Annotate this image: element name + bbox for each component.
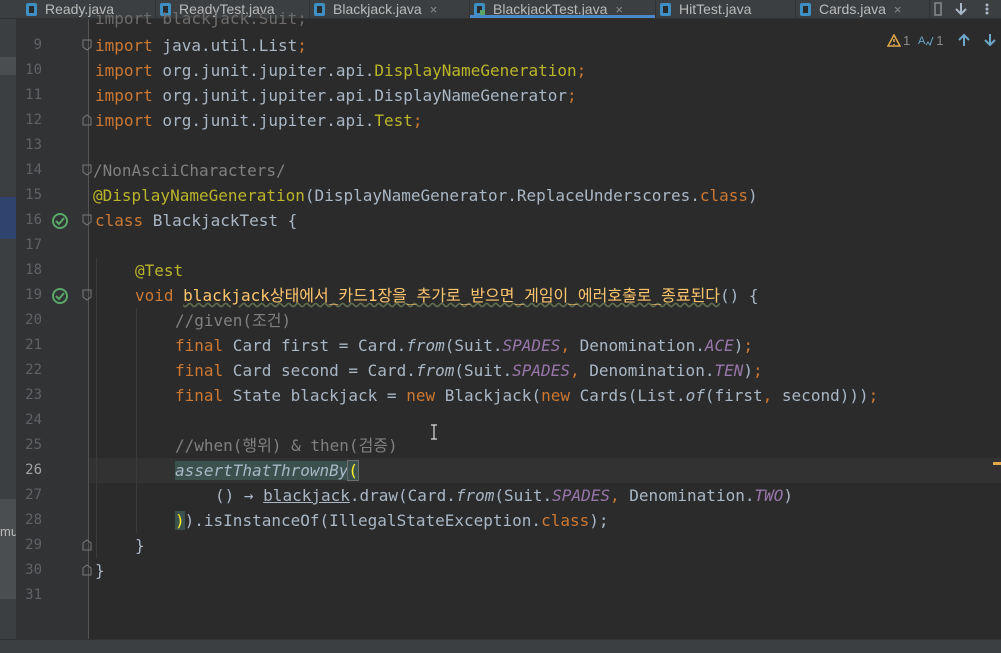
fold-marker-icon[interactable] — [82, 214, 92, 226]
scroll-marker — [0, 499, 16, 599]
mouse-text-cursor-icon — [431, 424, 437, 440]
more-tabs-icon[interactable] — [934, 0, 944, 18]
typo-count: 1 — [936, 32, 944, 48]
code-line-28: )).isInstanceOf(IllegalStateException.cl… — [175, 511, 609, 530]
close-icon[interactable]: × — [430, 2, 438, 17]
java-file-icon — [660, 2, 671, 16]
code-line-26: assertThatThrownBy( — [175, 460, 359, 481]
line-number: 30 — [25, 562, 42, 578]
code-line-10: import org.junit.jupiter.api.DisplayName… — [95, 61, 587, 80]
line-number: 27 — [25, 487, 42, 503]
line-number: 10 — [25, 62, 42, 78]
fold-marker-icon[interactable] — [82, 539, 92, 551]
line-number: 26 — [25, 462, 42, 478]
tab-label: HitTest.java — [679, 1, 752, 17]
close-icon[interactable]: × — [615, 2, 623, 17]
project-panel-edge: mu — [0, 19, 18, 652]
line-number: 18 — [25, 262, 42, 278]
tab-blackjack-java[interactable]: Blackjack.java × — [310, 0, 470, 18]
line-number: 22 — [25, 362, 42, 378]
code-line-11: import org.junit.jupiter.api.DisplayName… — [95, 86, 577, 105]
line-number: 29 — [25, 537, 42, 553]
code-line-16: class BlackjackTest { — [95, 211, 298, 230]
line-number: 31 — [25, 587, 42, 603]
line-number: 20 — [25, 312, 42, 328]
warning-icon — [887, 33, 901, 47]
selection-marker — [0, 197, 16, 239]
tab-label: BlackjackTest.java — [493, 1, 608, 17]
scrollbar-warning-marker[interactable] — [993, 462, 1001, 465]
java-file-icon — [800, 2, 811, 16]
close-icon[interactable]: × — [894, 2, 902, 17]
line-number: 25 — [25, 437, 42, 453]
java-test-file-icon — [474, 2, 485, 16]
indent-guide — [96, 258, 97, 558]
fold-marker-icon[interactable] — [82, 164, 92, 176]
code-line-8: import blackjack.Suit; — [95, 9, 307, 28]
code-line-23: final State blackjack = new Blackjack(ne… — [175, 386, 879, 405]
inspection-widget[interactable]: 1 A 1 — [887, 30, 997, 50]
line-number: 13 — [25, 137, 42, 153]
line-number: 16 — [25, 212, 42, 228]
run-test-passed-icon[interactable] — [51, 212, 69, 230]
line-number: 12 — [25, 112, 42, 128]
tab-blackjacktest-java[interactable]: BlackjackTest.java × — [470, 0, 656, 18]
line-number: 11 — [25, 87, 42, 103]
code-line-21: final Card first = Card.from(Suit.SPADES… — [175, 336, 754, 355]
tab-label: Cards.java — [819, 1, 886, 17]
tab-cards-java[interactable]: Cards.java × — [796, 0, 930, 18]
line-number: 21 — [25, 337, 42, 353]
run-test-passed-icon[interactable] — [51, 287, 69, 305]
java-file-icon — [314, 2, 325, 16]
line-number: 19 — [25, 287, 42, 303]
tab-label: Blackjack.java — [333, 1, 422, 17]
line-number: 15 — [25, 187, 42, 203]
line-number: 23 — [25, 387, 42, 403]
java-file-icon — [26, 2, 37, 16]
more-options-icon[interactable] — [980, 0, 994, 18]
code-line-12: import org.junit.jupiter.api.Test; — [95, 111, 423, 130]
code-line-30: } — [95, 561, 105, 580]
code-line-22: final Card second = Card.from(Suit.SPADE… — [175, 361, 763, 380]
code-line-27: () → blackjack.draw(Card.from(Suit.SPADE… — [215, 486, 794, 505]
line-number: 14 — [25, 162, 42, 178]
code-line-20: //given(조건) — [175, 311, 292, 330]
code-line-18: @Test — [135, 261, 184, 280]
line-number: 9 — [33, 37, 42, 53]
line-number: 24 — [25, 412, 42, 428]
code-line-15: @DisplayNameGeneration(DisplayNameGenera… — [93, 186, 758, 205]
line-number: 28 — [25, 512, 42, 528]
line-number: 17 — [25, 237, 42, 253]
svg-text:A: A — [918, 35, 926, 47]
next-highlight-icon[interactable] — [983, 33, 997, 47]
code-line-25: //when(행위) & then(검증) — [175, 436, 398, 455]
status-strip — [0, 639, 1001, 653]
code-line-9: import java.util.List; — [95, 36, 307, 55]
typo-icon: A — [918, 35, 934, 47]
arrow-down-icon[interactable] — [954, 0, 968, 18]
fold-marker-icon[interactable] — [82, 289, 92, 301]
tab-hittest-java[interactable]: HitTest.java — [656, 0, 796, 18]
previous-highlight-icon[interactable] — [957, 33, 971, 47]
indent-guide — [136, 308, 137, 533]
fold-marker-icon[interactable] — [82, 114, 92, 126]
scroll-marker — [0, 57, 16, 75]
fold-marker-icon[interactable] — [82, 564, 92, 576]
code-line-19: void blackjack상태에서_카드1장을_추가로_받으면_게임이_에러호… — [135, 286, 759, 305]
warning-count: 1 — [903, 32, 911, 48]
code-line-14: /NonAsciiCharacters/ — [93, 161, 286, 180]
code-line-29: } — [135, 536, 145, 555]
fold-marker-icon[interactable] — [82, 39, 92, 51]
